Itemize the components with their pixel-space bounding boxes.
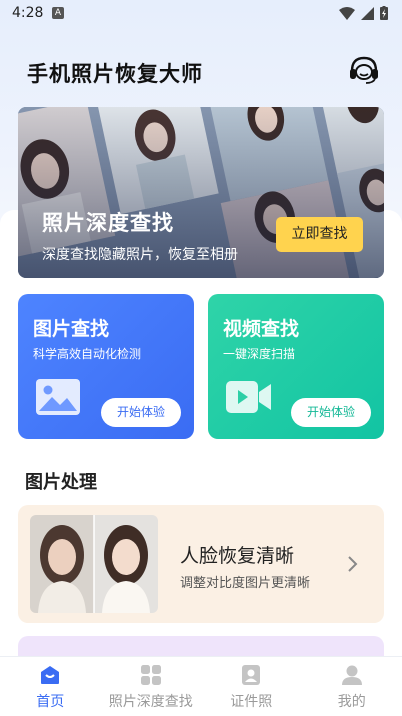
hero-banner[interactable]: 照片深度查找 深度查找隐藏照片，恢复至相册 立即查找	[18, 107, 384, 278]
tab-id-photo-label: 证件照	[230, 694, 273, 710]
grid-icon	[140, 665, 161, 685]
video-search-card[interactable]: 视频查找 一键深度扫描 开始体验	[208, 294, 384, 439]
tab-deep-search[interactable]: 照片深度查找	[101, 657, 202, 716]
id-photo-icon	[242, 665, 261, 685]
signal-icon	[361, 6, 374, 20]
tab-home[interactable]: 首页	[0, 657, 101, 716]
video-search-subtitle: 一键深度扫描	[223, 347, 296, 361]
face-comparison-thumbnail	[30, 515, 158, 613]
image-search-card[interactable]: 图片查找 科学高效自动化检测 开始体验	[18, 294, 194, 439]
battery-icon	[380, 6, 388, 20]
tab-home-label: 首页	[36, 694, 65, 710]
notification-icon: A	[52, 7, 64, 19]
page-title: 手机照片恢复大师	[27, 62, 203, 86]
wifi-icon	[339, 6, 355, 20]
image-icon	[36, 379, 80, 415]
hero-title: 照片深度查找	[42, 211, 174, 235]
headset-icon[interactable]	[347, 54, 381, 86]
face-restore-card[interactable]: 人脸恢复清晰 调整对比度图片更清晰	[18, 505, 384, 623]
tab-deep-search-label: 照片深度查找	[108, 694, 193, 710]
video-camera-icon	[226, 381, 271, 413]
tab-id-photo[interactable]: 证件照	[201, 657, 302, 716]
status-bar: 4:28 A	[0, 0, 402, 28]
video-search-title: 视频查找	[223, 318, 300, 340]
hero-subtitle: 深度查找隐藏照片，恢复至相册	[42, 247, 238, 263]
user-icon	[341, 665, 362, 685]
image-search-title: 图片查找	[33, 318, 110, 340]
home-icon	[41, 666, 60, 684]
video-search-start-button[interactable]: 开始体验	[291, 398, 371, 427]
status-icons	[339, 6, 388, 20]
image-search-start-button[interactable]: 开始体验	[101, 398, 181, 427]
tab-profile[interactable]: 我的	[302, 657, 402, 716]
chevron-right-icon	[348, 556, 358, 572]
face-restore-title: 人脸恢复清晰	[180, 545, 295, 567]
section-title: 图片处理	[25, 472, 97, 493]
tab-profile-label: 我的	[337, 694, 366, 710]
face-restore-subtitle: 调整对比度图片更清晰	[180, 576, 311, 591]
find-now-button[interactable]: 立即查找	[276, 217, 363, 252]
tab-bar: 首页 照片深度查找 证件照 我的	[0, 656, 402, 716]
status-time: 4:28	[12, 5, 44, 21]
image-search-subtitle: 科学高效自动化检测	[33, 347, 142, 361]
